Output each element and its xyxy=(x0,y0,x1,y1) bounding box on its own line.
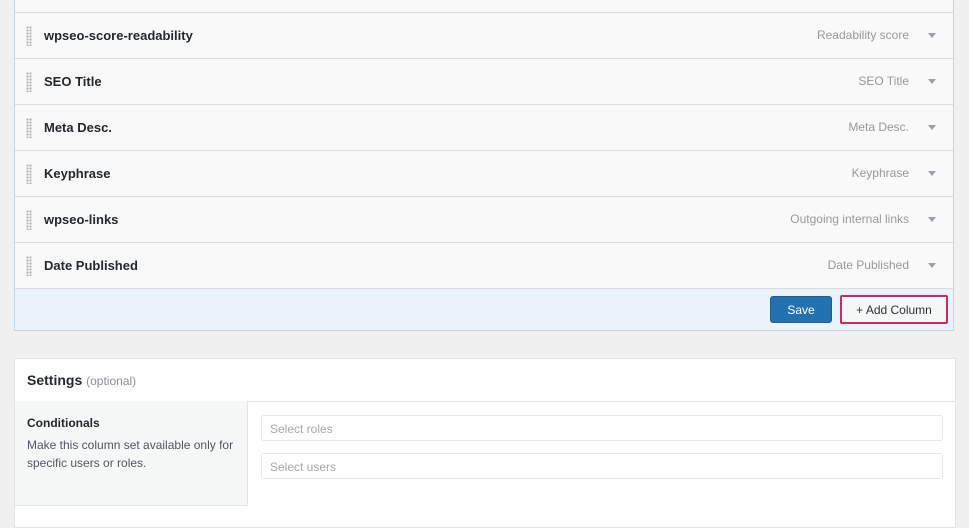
column-type: Date Published xyxy=(827,258,909,272)
select-roles-input[interactable]: Select roles xyxy=(261,415,943,441)
column-name[interactable]: Keyphrase xyxy=(44,166,110,181)
drag-handle-icon[interactable] xyxy=(26,210,32,230)
columns-footer: Save + Add Column xyxy=(15,289,953,330)
column-type: Meta Desc. xyxy=(848,120,909,134)
column-name[interactable]: Meta Desc. xyxy=(44,120,112,135)
chevron-down-icon[interactable] xyxy=(928,33,936,38)
settings-title: Settings (optional) xyxy=(27,372,136,388)
column-row[interactable]: Date Published Date Published xyxy=(15,243,953,289)
chevron-down-icon[interactable] xyxy=(928,125,936,130)
add-column-button[interactable]: + Add Column xyxy=(840,295,948,324)
column-name[interactable]: wpseo-links xyxy=(44,212,118,227)
column-name[interactable]: wpseo-score-readability xyxy=(44,28,193,43)
column-row[interactable]: wpseo-links Outgoing internal links xyxy=(15,197,953,243)
columns-panel: wpseo-score-readability Readability scor… xyxy=(14,0,954,331)
chevron-down-icon[interactable] xyxy=(928,171,936,176)
column-row[interactable]: wpseo-score-readability Readability scor… xyxy=(15,13,953,59)
drag-handle-icon[interactable] xyxy=(26,256,32,276)
chevron-down-icon[interactable] xyxy=(928,79,936,84)
column-type: Outgoing internal links xyxy=(790,212,909,226)
drag-handle-icon[interactable] xyxy=(26,26,32,46)
settings-optional-note: (optional) xyxy=(86,374,137,388)
drag-handle-icon[interactable] xyxy=(26,164,32,184)
column-row[interactable]: Meta Desc. Meta Desc. xyxy=(15,105,953,151)
conditionals-label: Conditionals xyxy=(27,416,100,430)
column-row[interactable]: SEO Title SEO Title xyxy=(15,59,953,105)
save-button[interactable]: Save xyxy=(770,296,832,323)
chevron-down-icon[interactable] xyxy=(928,263,936,268)
column-row[interactable]: Keyphrase Keyphrase xyxy=(15,151,953,197)
select-users-input[interactable]: Select users xyxy=(261,453,943,479)
conditionals-label-cell: Conditionals Make this column set availa… xyxy=(15,401,248,506)
drag-handle-icon[interactable] xyxy=(26,72,32,92)
column-row-top-edge xyxy=(15,0,953,13)
column-type: SEO Title xyxy=(858,74,909,88)
column-type: Keyphrase xyxy=(851,166,909,180)
settings-header: Settings (optional) xyxy=(15,359,955,402)
chevron-down-icon[interactable] xyxy=(928,217,936,222)
drag-handle-icon[interactable] xyxy=(26,118,32,138)
conditionals-description: Make this column set available only for … xyxy=(27,438,234,470)
settings-title-text: Settings xyxy=(27,372,83,388)
column-type: Readability score xyxy=(816,28,909,42)
column-name[interactable]: SEO Title xyxy=(44,74,102,89)
column-name[interactable]: Date Published xyxy=(44,258,138,273)
settings-panel: Settings (optional) Conditionals Make th… xyxy=(14,358,956,528)
